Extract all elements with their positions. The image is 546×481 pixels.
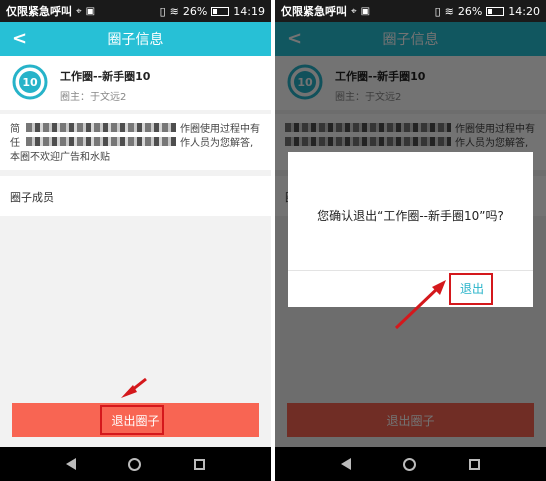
- nav-back-icon[interactable]: [66, 458, 77, 470]
- title-bar: < 圈子信息: [0, 22, 271, 56]
- circle-logo-icon: 10: [12, 64, 48, 100]
- circle-info-card: 10 工作圈--新手圈10 圈主：于文远2: [0, 56, 271, 110]
- status-bar: 仅限紧急呼叫 ⌖ ▣ ▯ ≋ 26% 14:20: [275, 0, 546, 22]
- nav-recent-icon[interactable]: [193, 458, 205, 470]
- sim-icon: ▯: [159, 4, 166, 18]
- wifi-icon: ≋: [444, 4, 454, 18]
- status-bar: 仅限紧急呼叫 ⌖ ▣ ▯ ≋ 26% 14:19: [0, 0, 271, 22]
- description-line-1-start: 简: [10, 124, 20, 135]
- battery-icon: [211, 6, 230, 16]
- navigation-bar: [0, 447, 271, 481]
- carrier-label: 仅限紧急呼叫: [281, 5, 347, 18]
- location-icon: ⌖: [76, 5, 82, 17]
- location-icon: ⌖: [351, 5, 357, 17]
- dialog-divider: [288, 270, 533, 271]
- navigation-bar: [275, 447, 546, 481]
- screen-quit-confirm: 仅限紧急呼叫 ⌖ ▣ ▯ ≋ 26% 14:20 < 圈子信息 10 工作圈--…: [275, 0, 546, 481]
- screen-circle-info: 仅限紧急呼叫 ⌖ ▣ ▯ ≋ 26% 14:19 < 圈子信息 10 工作圈--…: [0, 0, 271, 481]
- description-line-3: 本圈不欢迎广告和水贴: [10, 152, 110, 163]
- chevron-left-icon[interactable]: <: [12, 29, 27, 49]
- highlight-box: [100, 405, 164, 435]
- quit-confirm-dialog: 您确认退出“工作圈--新手圈10”吗? 退出: [288, 152, 533, 307]
- clock: 14:19: [233, 4, 265, 18]
- members-row[interactable]: 圈子成员: [0, 176, 271, 216]
- nav-back-icon[interactable]: [341, 458, 352, 470]
- circle-owner: 圈主：于文远2: [60, 92, 127, 103]
- image-icon: ▣: [360, 5, 371, 17]
- circle-description: 简 作圈使用过程中有 任 作人员为您解答, 本圈不欢迎广告和水贴: [0, 114, 271, 170]
- circle-name: 工作圈--新手圈10: [60, 70, 151, 83]
- svg-text:10: 10: [22, 76, 38, 89]
- nav-home-icon[interactable]: [128, 457, 142, 471]
- carrier-label: 仅限紧急呼叫: [6, 5, 72, 18]
- sim-icon: ▯: [434, 4, 441, 18]
- battery-percent: 26%: [182, 4, 208, 18]
- redacted-text: [26, 123, 176, 132]
- battery-percent: 26%: [457, 4, 483, 18]
- description-line-1-end: 作圈使用过程中有: [180, 124, 260, 135]
- redacted-text: [26, 137, 176, 146]
- image-icon: ▣: [85, 5, 96, 17]
- description-line-2-start: 任: [10, 138, 20, 149]
- nav-recent-icon[interactable]: [468, 458, 480, 470]
- highlight-box: [449, 273, 493, 305]
- wifi-icon: ≋: [169, 4, 179, 18]
- nav-home-icon[interactable]: [403, 457, 417, 471]
- battery-icon: [486, 6, 505, 16]
- page-title: 圈子信息: [107, 32, 164, 48]
- clock: 14:20: [508, 4, 540, 18]
- description-line-2-end: 作人员为您解答,: [180, 138, 254, 149]
- members-label: 圈子成员: [10, 191, 54, 204]
- dialog-message: 您确认退出“工作圈--新手圈10”吗?: [317, 209, 504, 223]
